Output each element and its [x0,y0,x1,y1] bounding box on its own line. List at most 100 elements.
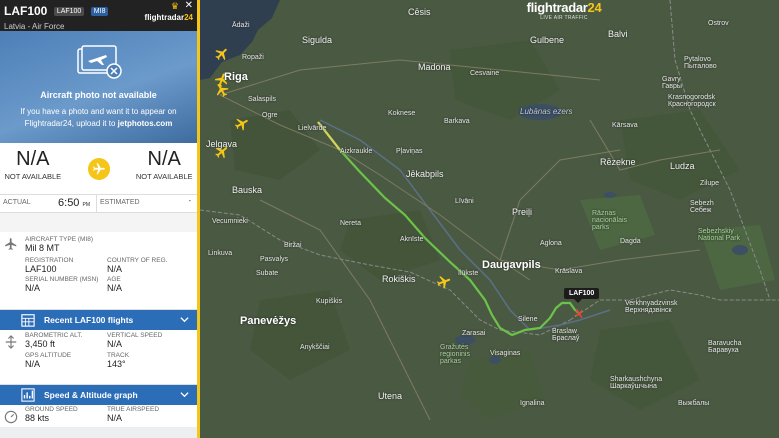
map-label-ludza: Ludza [670,161,695,171]
destination-airport[interactable]: N/A NOT AVAILABLE [131,143,197,194]
recent-flights-bar[interactable]: Recent LAF100 flights [0,310,197,330]
map-label-rokiskis: Rokiškis [382,274,416,284]
map-label-zarasai: Zarasai [462,330,486,337]
map-label-kupiskis: Kupiškis [316,298,343,305]
map-logo: flightradar24 LIVE AIR TRAFFIC [526,0,602,21]
map-label-krasnogorodsk: Krasnogorodsk Красногородск [668,94,716,108]
flight-callsign: LAF100 [4,4,48,18]
spacer [0,213,197,232]
true-airspeed-value: N/A [107,413,123,423]
serial-value: N/A [25,283,41,293]
aircraft-info-section: AIRCRAFT TYPE (MI8) Mil 8 MT REGISTRATIO… [0,232,197,310]
altitude-icon [5,335,17,349]
aircraft-icon[interactable] [214,46,230,62]
recent-flights-label: Recent LAF100 flights [44,315,134,325]
flight-info-panel: LAF100 LAF100 MI8 Latvia - Air Force ♛ ✕… [0,0,200,438]
crown-icon[interactable]: ♛ [171,1,179,12]
gps-alt-value: N/A [25,359,41,369]
aircraft-icon[interactable] [436,274,452,290]
map-label-adazi: Ādaži [232,22,250,29]
track-value: 143° [107,359,126,369]
map-label-sebezh-np: Sebezhskiy National Park [698,228,741,242]
map-label-livani: Līvāni [455,198,474,205]
origin-airport[interactable]: N/A NOT AVAILABLE [0,143,66,194]
map-label-silene: Silene [518,316,538,323]
airline-name: Latvia - Air Force [4,22,65,31]
map-label-ogre: Ogre [262,112,278,119]
speedometer-icon [4,410,18,424]
map-label-gulbene: Gulbene [530,35,565,45]
map-label-dagda: Dagda [620,238,641,245]
close-icon[interactable]: ✕ [185,0,193,11]
destination-code: N/A [147,148,181,170]
registration-value: LAF100 [25,264,57,274]
map-label-zilupe: Zilupe [700,180,720,187]
flight-callsign-label[interactable]: LAF100 [564,288,600,303]
route-divider [66,143,132,194]
chevron-down-icon [180,392,189,398]
map-label-madona: Madona [418,62,451,72]
altitude-section: BAROMETRIC ALT. 3,450 ft VERTICAL SPEED N/… [0,330,197,385]
map-label-daugavpils: Daugavpils [482,259,541,271]
callsign-badge: LAF100 [53,7,85,16]
map-label-baravucha: Baravucha Баравуха [708,340,742,354]
panel-header: LAF100 LAF100 MI8 Latvia - Air Force ♛ ✕… [0,0,197,31]
estimated-time-cell: ESTIMATED - [97,195,197,212]
no-photo-icon [77,45,122,79]
map-label-braslaw: Braslaw Браслаў [552,328,580,342]
speed-altitude-graph-label: Speed & Altitude graph [44,390,138,400]
aircraft-type-label: AIRCRAFT TYPE (MI8) [25,236,94,243]
aircraft-icon[interactable] [214,144,230,160]
map-label-aglona: Aglona [540,240,562,247]
registration-label: REGISTRATION [25,257,74,264]
country-label: COUNTRY OF REG. [107,257,168,264]
map-label-sigulda: Sigulda [302,35,333,45]
actual-label: ACTUAL [3,199,31,206]
estimated-label: ESTIMATED [100,199,140,206]
chevron-down-icon [180,317,189,323]
gps-alt-label: GPS ALTITUDE [25,352,72,359]
ground-speed-value: 88 kts [25,413,50,423]
map-label-jekabpils: Jēkabpils [406,169,444,179]
speed-section: GROUND SPEED 88 kts TRUE AIRSPEED N/A [0,405,197,427]
origin-name: NOT AVAILABLE [4,172,62,181]
plane-icon [87,157,110,180]
map-label-ostrov: Ostrov [708,20,729,27]
map-view[interactable]: flightradar24 LIVE AIR TRAFFIC Riga Sigu… [200,0,779,438]
map-label-anyksciai: Anykščiai [300,344,330,351]
map-label-cesvaine: Cesvaine [470,70,500,77]
map-label-pasvalys: Pasvalys [260,256,289,263]
map-label-karsava: Kārsava [612,122,638,129]
aircraft-icon[interactable] [214,82,230,98]
map-label-panevezys: Panevėžys [240,315,297,327]
map-label-subate: Subate [256,270,279,277]
aircraft-type-value: Mil 8 MT [25,243,60,253]
map-label-ignalina: Ignalina [520,400,545,407]
map-label-bauska: Bauska [232,185,263,195]
aircraft-icon[interactable] [234,116,250,132]
map-label-pytalovo: Pytalovo Пыталово [684,56,717,70]
map-label-ropazi: Ropaži [242,54,264,61]
map-label-visaginas: Visaginas [490,350,521,357]
jetphotos-link[interactable]: jetphotos.com [118,119,173,128]
aircraft-icon [5,238,17,250]
selected-aircraft-icon[interactable] [573,308,585,320]
vertical-speed-label: VERTICAL SPEED [107,332,163,339]
destination-name: NOT AVAILABLE [135,172,193,181]
map-label-aizkraukle: Aizkraukle [340,148,373,155]
age-value: N/A [107,283,123,293]
serial-label: SERIAL NUMBER (MSN) [25,276,99,283]
map-label-plavinas: Pļaviņas [396,148,423,155]
map-label-vyzhbaly: Выжбалы [678,400,710,407]
actual-time-value: 6:50 PM [58,197,90,209]
map-label-preili: Preiļi [512,207,533,217]
map-label-utena: Utena [378,391,403,401]
route-block: N/A NOT AVAILABLE N/A NOT AVAILABLE [0,143,197,195]
vertical-speed-value: N/A [107,339,123,349]
map-label-kraslava: Krāslava [555,268,583,275]
map-label-salaspils: Salaspils [248,96,277,103]
map-label-lubans: Lubānas ezers [520,107,573,116]
map-label-linkuva: Linkuva [208,250,233,257]
speed-altitude-graph-bar[interactable]: Speed & Altitude graph [0,385,197,405]
map-label-balvi: Balvi [608,29,628,39]
